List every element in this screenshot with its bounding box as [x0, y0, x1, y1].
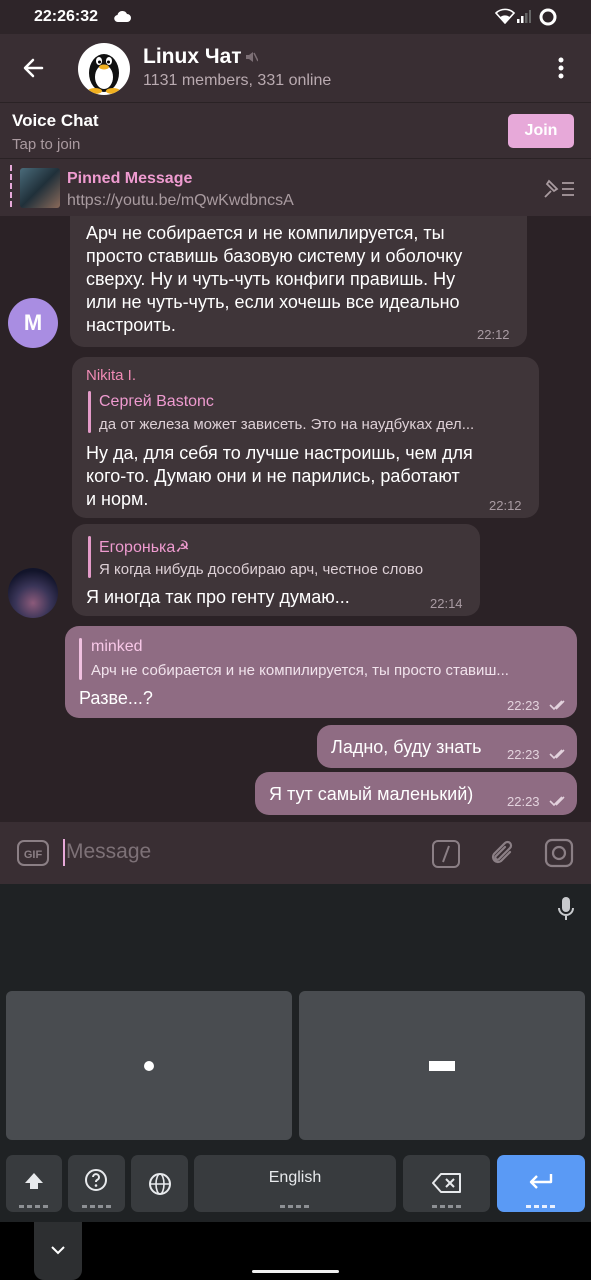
message-input[interactable]: Message	[66, 840, 151, 864]
back-arrow-icon[interactable]	[22, 57, 44, 79]
cloud-icon	[114, 10, 131, 23]
help-key[interactable]	[68, 1155, 125, 1212]
enter-icon	[529, 1174, 553, 1189]
reply-text: Арч не собирается и не компилируется, ты…	[91, 662, 509, 679]
muted-icon	[246, 52, 258, 62]
reply-author: Егоронька☭	[99, 539, 190, 556]
reply-author: Сергей Bastonc	[99, 393, 214, 410]
camera-icon[interactable]	[544, 838, 574, 868]
microphone-icon[interactable]	[557, 896, 575, 922]
key-dots	[81, 1205, 112, 1208]
message-line: Я иногда так про генту думаю...	[86, 587, 350, 607]
reply-text: Я когда нибудь дособираю арч, честное сл…	[99, 561, 424, 578]
more-options-icon[interactable]	[556, 57, 566, 81]
read-receipt-icon	[549, 749, 565, 760]
dot-symbol	[144, 1061, 154, 1071]
message-bubble-outgoing[interactable]: Я тут самый маленький) 22:23	[255, 772, 577, 815]
message-time: 22:12	[477, 327, 510, 342]
pinned-message-bar[interactable]: Pinned Message https://youtu.be/mQwKwdbn…	[0, 158, 591, 216]
message-bubble-outgoing[interactable]: minked Арч не собирается и не компилируе…	[65, 626, 577, 718]
message-line: Ну да, для себя то лучше настроишь, чем …	[86, 443, 473, 463]
keyboard: English	[0, 884, 591, 1222]
chat-avatar[interactable]	[78, 43, 130, 95]
reply-indicator	[88, 536, 91, 578]
key-dots	[280, 1205, 310, 1208]
message-time: 22:23	[507, 747, 540, 762]
touchpad-right[interactable]	[299, 991, 585, 1140]
keyboard-collapse-button[interactable]	[34, 1222, 82, 1280]
globe-icon	[149, 1173, 171, 1195]
space-language-label: English	[268, 1169, 322, 1186]
message-time: 22:14	[430, 596, 463, 611]
message-line: Ладно, буду знать	[331, 737, 482, 757]
message-time: 22:12	[489, 498, 522, 513]
svg-text:GIF: GIF	[24, 849, 43, 861]
dash-symbol	[429, 1061, 455, 1071]
pinned-title: Pinned Message	[67, 170, 193, 187]
chat-members-count: 1131 members, 331 online	[143, 72, 332, 89]
key-dots	[526, 1205, 556, 1208]
avatar[interactable]: M	[8, 298, 58, 348]
chat-title[interactable]: Linux Чат	[143, 45, 242, 69]
text-caret	[63, 839, 65, 866]
message-line: сверху. Ну и чуть-чуть конфиги правишь. …	[86, 269, 456, 289]
status-bar: 22:26:32	[0, 0, 591, 34]
message-line: Арч не собирается и не компилируется, ты	[86, 223, 445, 243]
reply-indicator	[79, 638, 82, 680]
pinned-indicator	[10, 165, 12, 209]
backspace-key[interactable]	[403, 1155, 490, 1212]
navigation-bar	[0, 1222, 591, 1280]
message-time: 22:23	[507, 698, 540, 713]
message-bubble[interactable]: Егоронька☭ Я когда нибудь дособираю арч,…	[72, 524, 480, 616]
message-line: кого-то. Думаю они и не парились, работа…	[86, 466, 460, 486]
message-bubble[interactable]: Nikita I. Сергей Bastonc да от железа мо…	[72, 357, 539, 518]
read-receipt-icon	[549, 796, 565, 807]
chat-header: Linux Чат 1131 members, 331 online	[0, 34, 591, 102]
message-bubble[interactable]: Арч не собирается и не компилируется, ты…	[70, 216, 527, 347]
message-bubble-outgoing[interactable]: Ладно, буду знать 22:23	[317, 725, 577, 768]
message-line: настроить.	[86, 315, 176, 335]
signal-icon	[517, 10, 531, 23]
reply-indicator	[88, 391, 91, 433]
key-dots	[19, 1205, 49, 1208]
read-receipt-icon	[549, 700, 565, 711]
attach-icon[interactable]	[488, 838, 518, 870]
message-list[interactable]: Арч не собирается и не компилируется, ты…	[0, 216, 591, 822]
key-dots	[431, 1205, 462, 1208]
space-key[interactable]: English	[194, 1155, 396, 1212]
language-key[interactable]	[131, 1155, 188, 1212]
touchpad-left[interactable]	[6, 991, 292, 1140]
message-time: 22:23	[507, 794, 540, 809]
help-icon	[85, 1169, 107, 1191]
reply-text: да от железа может зависеть. Это на науд…	[99, 416, 475, 433]
join-button[interactable]: Join	[508, 114, 574, 148]
sender-name[interactable]: Nikita I.	[86, 367, 136, 384]
chevron-down-icon	[51, 1246, 65, 1255]
gif-icon[interactable]: GIF	[17, 839, 49, 867]
status-time: 22:26:32	[34, 8, 99, 25]
message-line: просто ставишь базовую систему и оболочк…	[86, 246, 463, 266]
pinned-link: https://youtu.be/mQwKwdbncsA	[67, 192, 294, 209]
voice-chat-subtitle: Tap to join	[12, 136, 81, 153]
backspace-icon	[432, 1173, 461, 1193]
message-line: Я тут самый маленький)	[269, 784, 474, 804]
pinned-thumbnail	[20, 168, 60, 208]
pinned-list-icon[interactable]	[542, 177, 576, 199]
shift-key[interactable]	[6, 1155, 62, 1212]
message-line: и норм.	[86, 489, 149, 509]
message-composer: GIF Message	[0, 822, 591, 884]
voice-chat-title: Voice Chat	[12, 111, 99, 130]
enter-key[interactable]	[497, 1155, 585, 1212]
reply-author: minked	[91, 638, 143, 655]
bot-commands-icon[interactable]	[431, 839, 461, 869]
home-gesture-handle[interactable]	[252, 1270, 339, 1273]
tux-icon	[88, 54, 120, 94]
voice-chat-bar[interactable]: Voice Chat Tap to join Join	[0, 102, 591, 158]
message-line: или не чуть-чуть, если хочешь все идеаль…	[86, 292, 460, 312]
message-line: Разве...?	[79, 688, 153, 708]
battery-ring-icon	[539, 8, 557, 26]
wifi-icon	[495, 8, 515, 24]
shift-icon	[25, 1173, 43, 1189]
avatar[interactable]	[8, 568, 58, 618]
